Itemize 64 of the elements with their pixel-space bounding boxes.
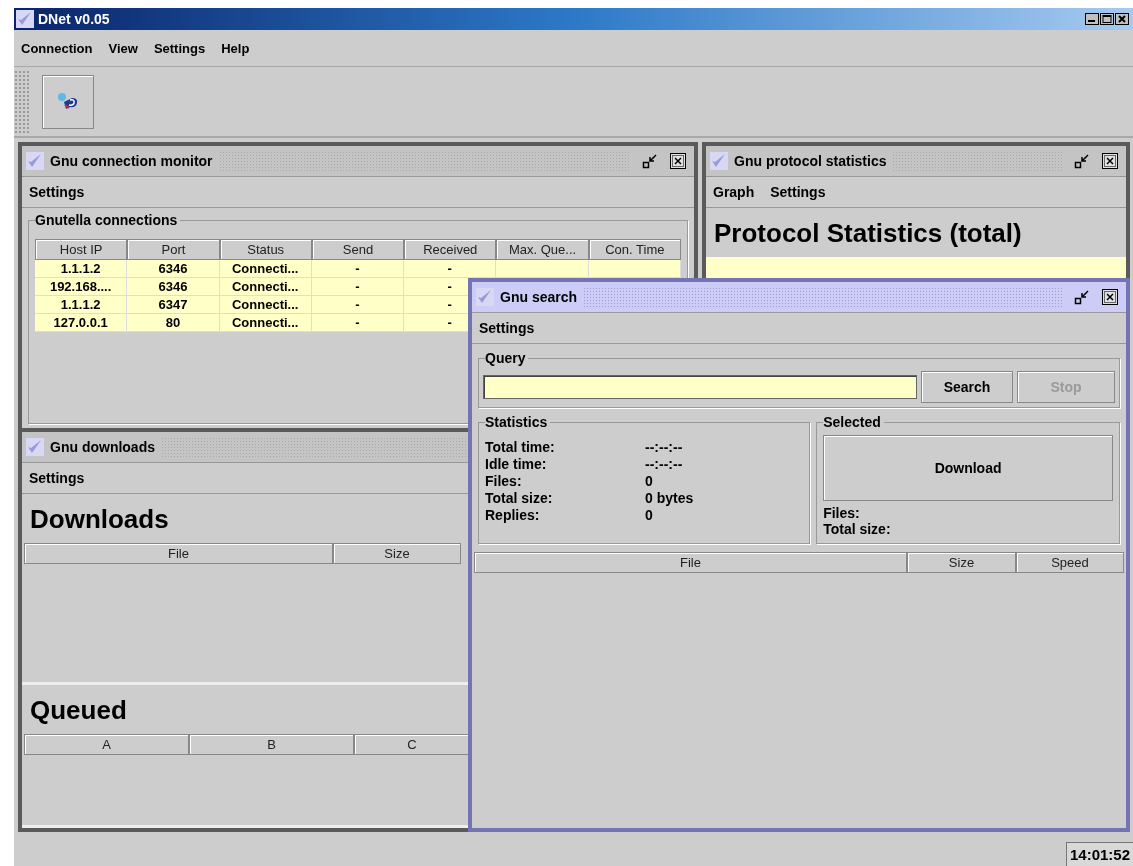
stat-value: 0 — [645, 507, 654, 523]
maximize-icon[interactable] — [1100, 13, 1114, 25]
stat-label: Files: — [485, 473, 523, 489]
search-field[interactable] — [483, 375, 917, 399]
section-heading: Queued — [30, 695, 127, 727]
window-title: DNet v0.05 — [38, 11, 110, 27]
minimize-icon[interactable] — [1085, 13, 1099, 25]
section-heading: Protocol Statistics (total) — [714, 218, 1022, 249]
column-header[interactable]: File — [474, 552, 907, 573]
frame-icon — [476, 288, 494, 306]
stat-value: --:--:-- — [645, 456, 684, 472]
frame-title: Gnu search — [500, 289, 578, 305]
table-cell: - — [311, 314, 405, 332]
menu-item[interactable]: Settings — [152, 38, 207, 58]
frame-title: Gnu connection monitor — [50, 153, 213, 169]
stat-label: Files: — [823, 505, 861, 521]
stat-value: 0 — [645, 473, 654, 489]
group-title: Gnutella connections — [35, 212, 181, 228]
group-title: Selected — [823, 414, 884, 430]
column-header[interactable]: Size — [907, 552, 1016, 573]
frame-icon — [26, 152, 44, 170]
table-cell: Connecti... — [219, 278, 312, 296]
frame-icon — [26, 438, 44, 456]
menu-item[interactable]: Connection — [20, 38, 94, 58]
group-title: Query — [485, 350, 529, 366]
table-cell: - — [311, 278, 405, 296]
connect-button[interactable] — [42, 74, 94, 129]
menu-item[interactable]: View — [107, 38, 139, 58]
table-cell: 6347 — [127, 296, 220, 314]
table-cell: - — [311, 296, 405, 314]
stat-label: Idle time: — [485, 456, 548, 472]
table-cell: 6346 — [127, 278, 220, 296]
menu-item[interactable]: Help — [220, 38, 251, 58]
table-cell: 80 — [127, 314, 220, 332]
table-cell: - — [404, 260, 497, 278]
close-icon[interactable] — [1102, 289, 1118, 305]
app-icon — [16, 10, 34, 28]
search-action-button[interactable]: Search — [921, 371, 1013, 403]
close-icon[interactable] — [1115, 13, 1129, 25]
stat-label: Replies: — [485, 507, 541, 523]
stat-value: 0 bytes — [645, 490, 695, 506]
table-cell: 1.1.1.2 — [35, 296, 128, 314]
table-cell: 6346 — [127, 260, 220, 278]
table-cell: 1.1.1.2 — [35, 260, 128, 278]
stat-label: Total size: — [823, 521, 892, 537]
table-cell: 127.0.0.1 — [35, 314, 128, 332]
table-cell: Connecti... — [219, 314, 312, 332]
group-title: Statistics — [485, 414, 551, 430]
stat-label: Total time: — [485, 439, 556, 455]
table-cell: Connecti... — [219, 260, 312, 278]
table-cell: - — [311, 260, 405, 278]
iconify-icon[interactable] — [1074, 289, 1090, 305]
download-button[interactable]: Download — [823, 435, 1113, 501]
table-cell: Connecti... — [219, 296, 312, 314]
frame-title: Gnu protocol statistics — [734, 153, 887, 169]
clock: 14:01:52 — [1065, 842, 1133, 866]
toolbar-grip[interactable] — [14, 69, 30, 134]
stat-value: --:--:-- — [645, 439, 684, 455]
column-header[interactable]: Speed — [1016, 552, 1124, 573]
stat-label: Total size: — [485, 490, 554, 506]
table-cell: 192.168.... — [35, 278, 128, 296]
section-heading: Downloads — [30, 504, 169, 535]
frame-title: Gnu downloads — [50, 439, 155, 455]
frame-icon — [710, 152, 728, 170]
